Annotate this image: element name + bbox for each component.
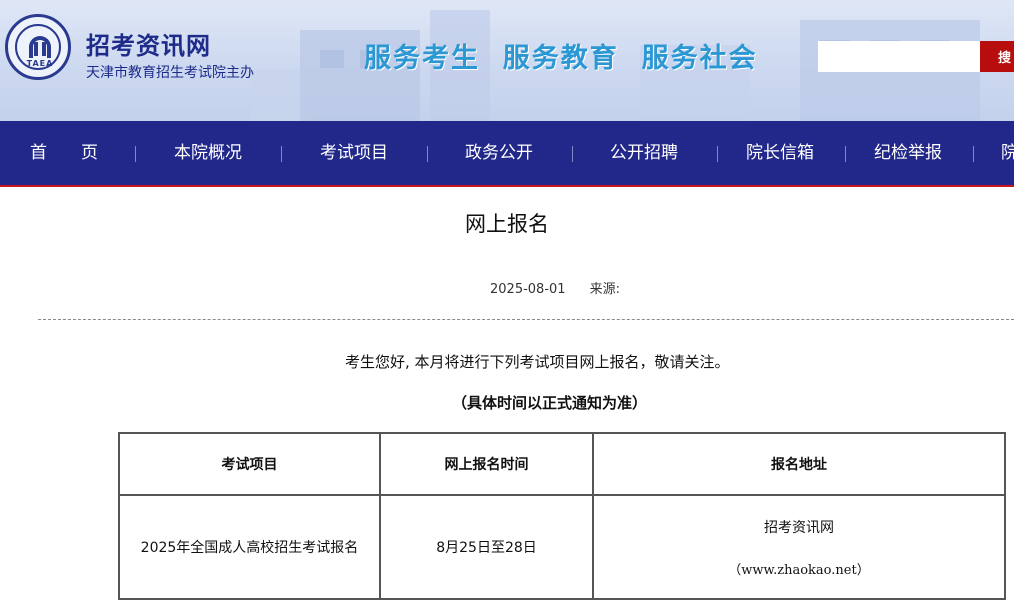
site-header: TAEA 招考资讯网 天津市教育招生考试院主办 服务考生 服务教育 服务社会 搜 [0,0,1014,121]
table-header-project: 考试项目 [118,432,381,496]
nav-separator [281,146,282,162]
nav-item-more[interactable]: 院 [1001,121,1014,185]
address-url-link[interactable]: （www.zhaokao.net） [594,559,1004,578]
table-cell-project: 2025年全国成人高校招生考试报名 [118,494,381,600]
logo-bar [42,42,46,56]
nav-item-president-mailbox[interactable]: 院长信箱 [746,121,814,185]
nav-separator [717,146,718,162]
article-date: 2025-08-01 [490,282,566,297]
header-slogan: 服务考生 服务教育 服务社会 [364,43,758,74]
address-site-name: 招考资讯网 [764,519,834,536]
nav-separator [973,146,974,162]
nav-item-discipline-report[interactable]: 纪检举报 [874,121,942,185]
nav-separator [572,146,573,162]
article-meta: 2025-08-01 来源: [490,278,644,297]
search-button[interactable]: 搜 [980,41,1014,72]
nav-item-recruitment[interactable]: 公开招聘 [610,121,678,185]
nav-item-exams[interactable]: 考试项目 [320,121,388,185]
nav-item-government-affairs[interactable]: 政务公开 [465,121,533,185]
article-note: （具体时间以正式通知为准） [452,394,648,412]
exam-registration-table: 考试项目 网上报名时间 报名地址 2025年全国成人高校招生考试报名 8月25日… [118,432,1006,600]
nav-separator [135,146,136,162]
main-nav: 首 页 本院概况 考试项目 政务公开 公开招聘 院长信箱 纪检举报 院 [0,121,1014,187]
nav-item-home[interactable]: 首 页 [30,121,98,185]
logo-bar [34,42,38,56]
nav-item-about[interactable]: 本院概况 [174,121,242,185]
article-intro: 考生您好, 本月将进行下列考试项目网上报名，敬请关注。 [345,353,730,371]
site-name[interactable]: 招考资讯网 [86,26,211,61]
site-logo-icon[interactable]: TAEA [5,14,71,80]
article-source-label: 来源: [589,282,620,297]
nav-separator [845,146,846,162]
table-header-row: 考试项目 网上报名时间 报名地址 [118,432,1006,496]
logo-arch [29,36,51,58]
site-subtitle: 天津市教育招生考试院主办 [86,65,254,81]
article-title: 网上报名 [465,212,549,236]
meta-divider [38,319,1014,320]
table-header-address: 报名地址 [592,432,1006,496]
banner-window [320,50,344,68]
table-row: 2025年全国成人高校招生考试报名 8月25日至28日 招考资讯网 （www.z… [118,494,1006,600]
table-cell-time: 8月25日至28日 [379,494,594,600]
table-cell-address: 招考资讯网 （www.zhaokao.net） [592,494,1006,600]
logo-taea-text: TAEA [26,59,54,68]
table-header-time: 网上报名时间 [379,432,594,496]
search-input[interactable] [818,41,980,72]
nav-separator [427,146,428,162]
logo-ring: TAEA [15,24,61,70]
